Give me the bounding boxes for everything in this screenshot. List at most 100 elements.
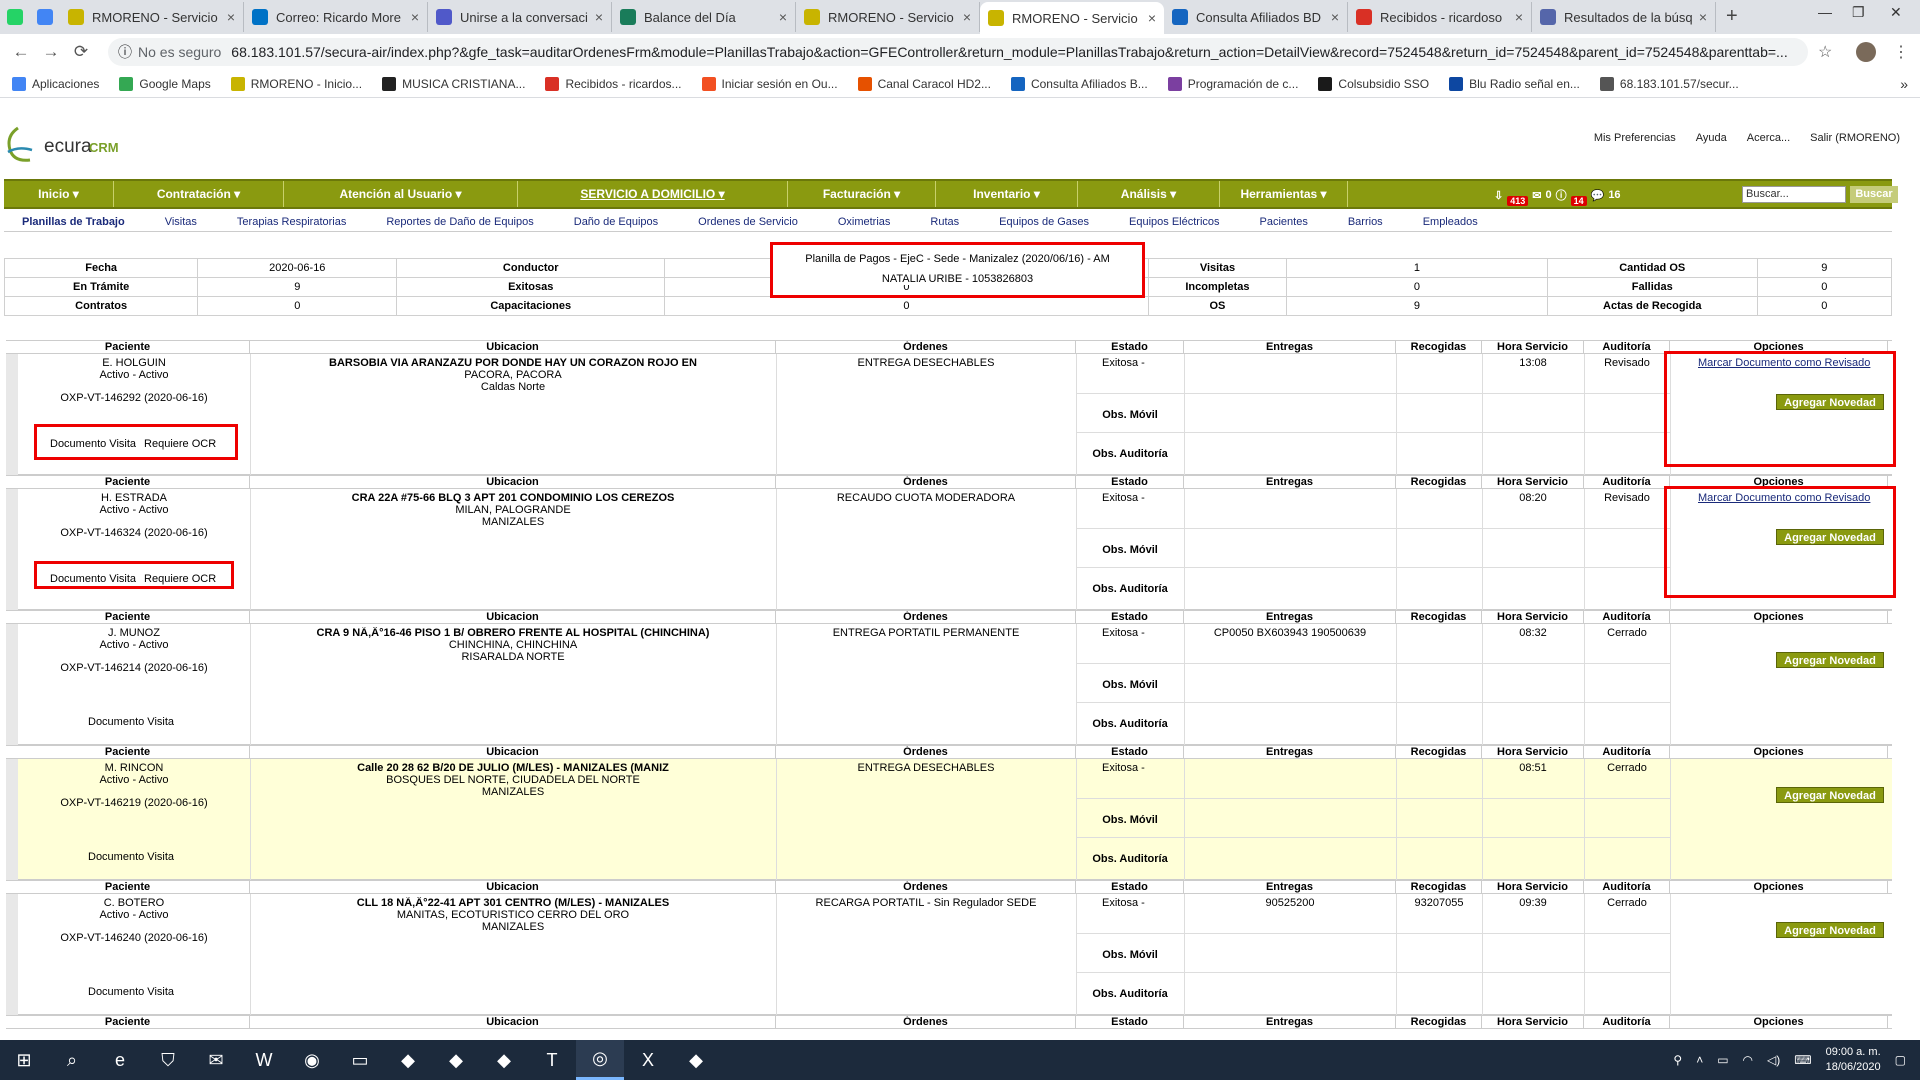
bookmark-item[interactable]: Iniciar sesión en Ou...: [701, 76, 838, 91]
chrome-icon[interactable]: ◎: [576, 1040, 624, 1080]
browser-tab[interactable]: RMORENO - Servicio ×: [796, 2, 980, 32]
chevron-up-icon[interactable]: ˄: [1696, 1053, 1703, 1067]
clock[interactable]: 09:00 a. m. 18/06/2020: [1826, 1045, 1881, 1075]
sub-nav-item[interactable]: Equipos Eléctricos: [1109, 216, 1240, 228]
word-icon[interactable]: W: [240, 1040, 288, 1080]
bookmark-item[interactable]: Google Maps: [119, 76, 211, 91]
mail-icon[interactable]: ✉: [192, 1040, 240, 1080]
top-link[interactable]: Salir (RMORENO): [1810, 132, 1900, 144]
sub-nav-item[interactable]: Reportes de Daño de Equipos: [366, 216, 553, 228]
browser-tab[interactable]: Correo: Ricardo More ×: [244, 2, 428, 32]
browser-tab[interactable]: [30, 2, 60, 32]
msg-icon[interactable]: ✉: [1532, 189, 1541, 202]
main-nav-item[interactable]: Análisis ▾: [1078, 181, 1220, 207]
browser-tab[interactable]: RMORENO - Servicio ×: [980, 2, 1164, 34]
browser-tab[interactable]: Consulta Afiliados BD ×: [1164, 2, 1348, 32]
store-icon[interactable]: ⛉: [144, 1040, 192, 1080]
network-icon[interactable]: ▭: [1717, 1053, 1728, 1067]
search-input[interactable]: Buscar...: [1742, 186, 1846, 203]
close-icon[interactable]: ×: [411, 9, 419, 25]
main-nav-item[interactable]: Inventario ▾: [936, 181, 1078, 207]
close-icon[interactable]: ×: [1331, 9, 1339, 25]
top-link[interactable]: Mis Preferencias: [1594, 132, 1676, 144]
app-icon[interactable]: ◆: [480, 1040, 528, 1080]
close-icon[interactable]: ×: [963, 9, 971, 25]
main-nav-item[interactable]: SERVICIO A DOMICILIO ▾: [518, 181, 788, 207]
main-nav-item[interactable]: Atención al Usuario ▾: [284, 181, 518, 207]
excel-icon[interactable]: X: [624, 1040, 672, 1080]
language-icon[interactable]: ⌨: [1794, 1053, 1811, 1067]
bookmark-item[interactable]: Canal Caracol HD2...: [857, 76, 991, 91]
sub-nav-item[interactable]: Planillas de Trabajo: [4, 216, 145, 228]
sub-nav-item[interactable]: Daño de Equipos: [554, 216, 678, 228]
sub-nav-item[interactable]: Visitas: [145, 216, 217, 228]
minimize-icon[interactable]: —: [1818, 4, 1832, 20]
agregar-novedad-button[interactable]: Agregar Novedad: [1776, 787, 1884, 803]
volume-icon[interactable]: ◁): [1767, 1053, 1780, 1067]
close-icon[interactable]: ×: [1148, 10, 1156, 26]
sub-nav-item[interactable]: Equipos de Gases: [979, 216, 1109, 228]
main-nav-item[interactable]: Inicio ▾: [4, 181, 114, 207]
bookmark-item[interactable]: Colsubsidio SSO: [1318, 76, 1429, 91]
app-icon[interactable]: ◆: [432, 1040, 480, 1080]
sub-nav-item[interactable]: Pacientes: [1240, 216, 1328, 228]
bookmark-item[interactable]: Blu Radio señal en...: [1449, 76, 1580, 91]
bookmark-item[interactable]: RMORENO - Inicio...: [230, 76, 362, 91]
bookmark-item[interactable]: Recibidos - ricardos...: [545, 76, 682, 91]
app-icon[interactable]: ◆: [384, 1040, 432, 1080]
notification-icon[interactable]: ▢: [1895, 1053, 1906, 1067]
documento-visita-link[interactable]: Documento Visita: [88, 716, 174, 728]
browser-tab[interactable]: Resultados de la búsq ×: [1532, 2, 1716, 32]
app-icon[interactable]: ◆: [672, 1040, 720, 1080]
sub-nav-item[interactable]: Ordenes de Servicio: [678, 216, 818, 228]
url-bar[interactable]: ⓘ No es seguro 68.183.101.57/secura-air/…: [108, 38, 1808, 66]
search-icon[interactable]: ⌕: [48, 1040, 96, 1080]
search-button[interactable]: Buscar: [1850, 186, 1898, 203]
top-link[interactable]: Acerca...: [1747, 132, 1790, 144]
people-icon[interactable]: ⚲: [1673, 1053, 1682, 1067]
browser-tab[interactable]: Balance del Día ×: [612, 2, 796, 32]
documento-visita-link[interactable]: Documento Visita: [88, 986, 174, 998]
maximize-icon[interactable]: ❐: [1852, 4, 1865, 21]
zoom-icon[interactable]: ◉: [288, 1040, 336, 1080]
menu-icon[interactable]: ⋮: [1893, 42, 1909, 62]
edge-icon[interactable]: e: [96, 1040, 144, 1080]
bookmark-item[interactable]: Programación de c...: [1167, 76, 1298, 91]
sub-nav-item[interactable]: Rutas: [910, 216, 979, 228]
browser-tab[interactable]: Recibidos - ricardoso ×: [1348, 2, 1532, 32]
windows-icon[interactable]: ⊞: [0, 1040, 48, 1080]
reload-icon[interactable]: ⟳: [66, 42, 96, 62]
close-window-icon[interactable]: ✕: [1890, 4, 1902, 21]
inbox-icon[interactable]: ⇩: [1494, 189, 1503, 202]
star-icon[interactable]: ☆: [1818, 42, 1832, 62]
main-nav-item[interactable]: Herramientas ▾: [1220, 181, 1348, 207]
sub-nav-item[interactable]: Oximetrias: [818, 216, 911, 228]
info-icon[interactable]: ⓘ: [118, 42, 132, 62]
bookmark-item[interactable]: 68.183.101.57/secur...: [1599, 76, 1739, 91]
bookmark-item[interactable]: Consulta Afiliados B...: [1010, 76, 1148, 91]
forward-icon[interactable]: →: [36, 42, 66, 62]
sub-nav-item[interactable]: Barrios: [1328, 216, 1403, 228]
new-tab-icon[interactable]: +: [1716, 5, 1748, 28]
avatar[interactable]: [1856, 42, 1876, 62]
browser-tab[interactable]: Unirse a la conversaci ×: [428, 2, 612, 32]
close-icon[interactable]: ×: [1515, 9, 1523, 25]
agregar-novedad-button[interactable]: Agregar Novedad: [1776, 652, 1884, 668]
bookmark-item[interactable]: Aplicaciones: [12, 76, 99, 91]
nav-notifications[interactable]: ⇩ 413 ✉ 0 ⓘ 14 💬 16: [1494, 187, 1621, 206]
explorer-icon[interactable]: ▭: [336, 1040, 384, 1080]
teams-icon[interactable]: T: [528, 1040, 576, 1080]
close-icon[interactable]: ×: [779, 9, 787, 25]
chat-icon[interactable]: 💬: [1591, 189, 1605, 202]
bookmarks-more-icon[interactable]: »: [1900, 76, 1908, 92]
close-icon[interactable]: ×: [227, 9, 235, 25]
top-link[interactable]: Ayuda: [1696, 132, 1727, 144]
alert-icon[interactable]: ⓘ: [1556, 187, 1567, 203]
documento-visita-link[interactable]: Documento Visita: [88, 851, 174, 863]
main-nav-item[interactable]: Contratación ▾: [114, 181, 284, 207]
browser-tab[interactable]: RMORENO - Servicio ×: [60, 2, 244, 32]
agregar-novedad-button[interactable]: Agregar Novedad: [1776, 922, 1884, 938]
back-icon[interactable]: ←: [6, 42, 36, 62]
sub-nav-item[interactable]: Terapias Respiratorias: [217, 216, 366, 228]
wifi-icon[interactable]: ◠: [1743, 1053, 1753, 1067]
